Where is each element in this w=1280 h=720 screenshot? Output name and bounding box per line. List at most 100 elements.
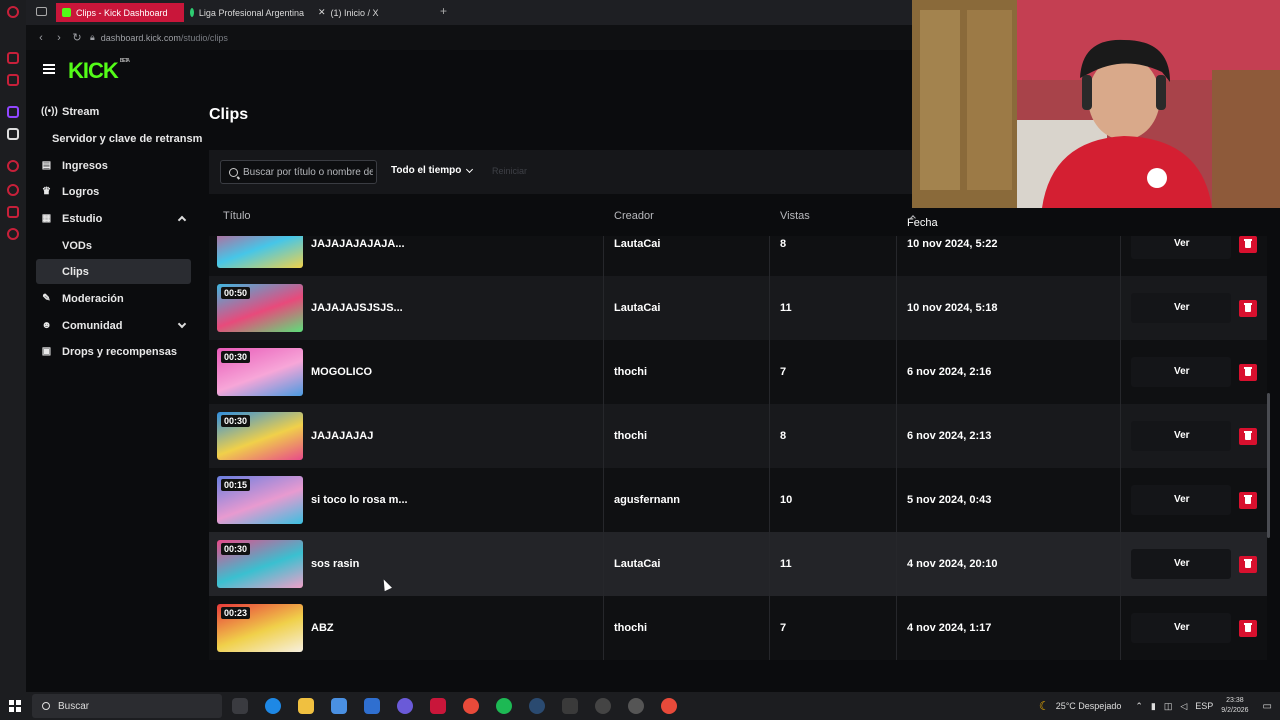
time-filter-dropdown[interactable]: Todo el tiempo xyxy=(391,165,474,176)
discord-icon[interactable] xyxy=(397,698,413,714)
mail-icon[interactable] xyxy=(364,698,380,714)
clip-title[interactable]: JAJAJAJSJSJS... xyxy=(311,302,403,314)
sidebar-item-logros[interactable]: ♛ Logros xyxy=(36,179,191,204)
clip-title[interactable]: MOGOLICO xyxy=(311,366,372,378)
tab-liga[interactable]: Liga Profesional Argentina xyxy=(184,3,304,22)
view-button-label[interactable]: Ver xyxy=(1174,302,1190,313)
table-row[interactable]: 00:15 si toco lo rosa m... agusfernann 10 5 … xyxy=(209,468,1267,532)
table-row[interactable]: 00:30 sos rasin LautaCai 11 4 nov 2024, 20:1… xyxy=(209,532,1267,596)
clip-creator[interactable]: thochi xyxy=(614,430,647,442)
view-button-label[interactable]: Ver xyxy=(1174,430,1190,441)
trash-icon[interactable] xyxy=(1239,428,1257,445)
search-input[interactable] xyxy=(243,166,373,178)
table-row[interactable]: 00:23 ABZ thochi 7 4 nov 2024, 1:17 Ver xyxy=(209,596,1267,660)
weather-text[interactable]: 25°C Despejado xyxy=(1056,701,1122,711)
clip-title[interactable]: ABZ xyxy=(311,622,334,634)
sidebar-app-icon[interactable] xyxy=(7,74,19,86)
sidebar-item-estudio[interactable]: ▦ Estudio xyxy=(36,206,191,231)
url-field[interactable]: dashboard.kick.com/studio/clips xyxy=(101,33,228,43)
clip-thumbnail[interactable]: 00:50 xyxy=(217,284,303,332)
battery-icon[interactable]: ▮ xyxy=(1151,701,1156,712)
twitch-icon[interactable] xyxy=(7,106,19,118)
clip-creator[interactable]: LautaCai xyxy=(614,302,660,314)
back-icon[interactable]: ‹ xyxy=(32,32,50,44)
kick-logo[interactable]: KICK BETA xyxy=(68,58,130,84)
steam-icon[interactable] xyxy=(529,698,545,714)
hamburger-menu-icon[interactable] xyxy=(43,64,55,74)
network-icon[interactable]: ◫ xyxy=(1164,701,1173,712)
clip-thumbnail[interactable] xyxy=(217,236,303,268)
app-icon[interactable] xyxy=(628,698,644,714)
table-row[interactable]: 00:30 JAJAJAJAJ thochi 8 6 nov 2024, 2:13 Ver xyxy=(209,404,1267,468)
clip-title[interactable]: JAJAJAJAJAJA... xyxy=(311,238,405,250)
clip-thumbnail[interactable]: 00:23 xyxy=(217,604,303,652)
settings-icon[interactable] xyxy=(7,228,19,240)
view-button-label[interactable]: Ver xyxy=(1174,622,1190,633)
chrome-icon[interactable] xyxy=(661,698,677,714)
tab-clips[interactable]: Clips - Kick Dashboard xyxy=(56,3,184,22)
scrollbar[interactable] xyxy=(1267,393,1270,538)
sidebar-item-stream[interactable]: ((•)) Stream xyxy=(36,99,191,124)
clip-thumbnail[interactable]: 00:30 xyxy=(217,348,303,396)
column-title[interactable]: Título xyxy=(223,210,251,222)
x-icon[interactable] xyxy=(7,128,19,140)
file-explorer-icon[interactable] xyxy=(298,698,314,714)
notifications-icon[interactable]: ▭ xyxy=(1263,701,1272,712)
trash-icon[interactable] xyxy=(1239,556,1257,573)
clip-creator[interactable]: thochi xyxy=(614,366,647,378)
reset-button[interactable]: Reiniciar xyxy=(492,166,527,176)
new-tab-button[interactable]: + xyxy=(440,4,447,18)
clip-creator[interactable]: LautaCai xyxy=(614,238,660,250)
clip-creator[interactable]: thochi xyxy=(614,622,647,634)
trash-icon[interactable] xyxy=(1239,300,1257,317)
sidebar-item-vods[interactable]: VODs xyxy=(36,233,191,258)
clip-title[interactable]: si toco lo rosa m... xyxy=(311,494,408,506)
sidebar-app-icon[interactable] xyxy=(7,52,19,64)
sidebar-item-ingresos[interactable]: ▤ Ingresos xyxy=(36,153,191,178)
view-button-label[interactable]: Ver xyxy=(1174,366,1190,377)
taskbar-search[interactable]: Buscar xyxy=(32,694,222,718)
sidebar-item-clips[interactable]: Clips xyxy=(36,259,191,284)
chrome-icon[interactable] xyxy=(463,698,479,714)
sidebar-item-comunidad[interactable]: ☻ Comunidad xyxy=(36,313,191,338)
forward-icon[interactable]: › xyxy=(50,32,68,44)
chevron-up-icon[interactable]: ⌃ xyxy=(1135,701,1143,712)
sidebar-app-icon[interactable] xyxy=(7,206,19,218)
clip-thumbnail[interactable]: 00:30 xyxy=(217,540,303,588)
spotify-icon[interactable] xyxy=(496,698,512,714)
column-views[interactable]: Vistas xyxy=(780,210,810,222)
edge-icon[interactable] xyxy=(265,698,281,714)
tab-x[interactable]: ✕ (1) Inicio / X xyxy=(312,3,432,22)
volume-icon[interactable]: ◁ xyxy=(1180,701,1187,712)
sidebar-app-icon[interactable] xyxy=(7,184,19,196)
clock[interactable]: 23:38 9/2/2026 xyxy=(1221,696,1248,716)
sidebar-item-drops[interactable]: ▣ Drops y recompensas xyxy=(36,339,206,364)
table-row[interactable]: JAJAJAJAJAJA... LautaCai 8 10 nov 2024, 5:2… xyxy=(209,236,1267,276)
search-box[interactable] xyxy=(220,160,377,184)
opera-gx-icon[interactable] xyxy=(430,698,446,714)
view-button-label[interactable]: Ver xyxy=(1174,558,1190,569)
clip-creator[interactable]: LautaCai xyxy=(614,558,660,570)
clip-thumbnail[interactable]: 00:15 xyxy=(217,476,303,524)
trash-icon[interactable] xyxy=(1239,620,1257,637)
windows-start-icon[interactable] xyxy=(9,700,21,712)
tab-menu-icon[interactable] xyxy=(36,7,47,16)
sidebar-item-moderacion[interactable]: ✎ Moderación xyxy=(36,286,191,311)
store-icon[interactable] xyxy=(331,698,347,714)
sidebar-app-icon[interactable] xyxy=(7,160,19,172)
table-row[interactable]: 00:50 JAJAJAJSJSJS... LautaCai 11 10 nov 202… xyxy=(209,276,1267,340)
view-button-label[interactable]: Ver xyxy=(1174,494,1190,505)
clip-thumbnail[interactable]: 00:30 xyxy=(217,412,303,460)
trash-icon[interactable] xyxy=(1239,236,1257,253)
app-icon[interactable] xyxy=(562,698,578,714)
trash-icon[interactable] xyxy=(1239,364,1257,381)
view-button-label[interactable]: Ver xyxy=(1174,238,1190,249)
language-indicator[interactable]: ESP xyxy=(1195,701,1213,711)
reload-icon[interactable]: ↻ xyxy=(68,31,86,44)
table-row[interactable]: 00:30 MOGOLICO thochi 7 6 nov 2024, 2:16 Ver xyxy=(209,340,1267,404)
task-view-icon[interactable] xyxy=(232,698,248,714)
clip-creator[interactable]: agusfernann xyxy=(614,494,680,506)
trash-icon[interactable] xyxy=(1239,492,1257,509)
opera-icon[interactable] xyxy=(7,6,19,18)
sidebar-item-stream-key[interactable]: Servidor y clave de retransm xyxy=(36,126,206,151)
